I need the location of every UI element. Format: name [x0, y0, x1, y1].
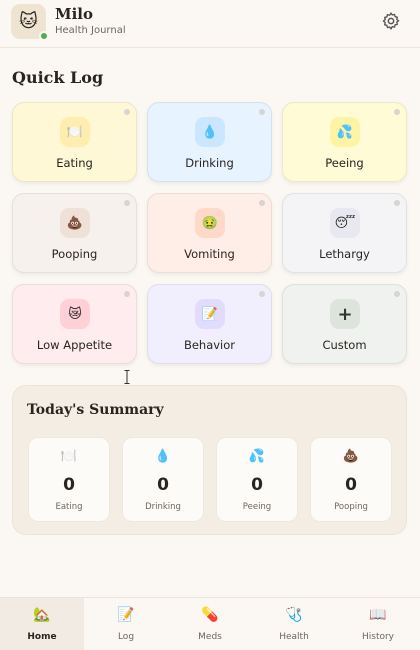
- stat-value: 0: [251, 475, 263, 495]
- tile-label: Low Appetite: [36, 338, 113, 352]
- cat-face-icon: 🐱: [19, 11, 38, 32]
- tile-label: Peeing: [325, 156, 364, 170]
- pet-name: Milo: [55, 5, 94, 23]
- nav-label: Health: [279, 632, 309, 642]
- pill-icon: 💊: [201, 607, 219, 623]
- app-header: 🐱 Milo Health Journal: [0, 0, 420, 48]
- log-pooping-button[interactable]: 💩 Pooping: [12, 193, 137, 273]
- tile-label: Pooping: [51, 247, 98, 261]
- nav-home[interactable]: 🏡 Home: [0, 598, 84, 650]
- status-dot: [259, 109, 265, 115]
- droplet-icon: 💧: [154, 449, 172, 464]
- tile-label: Custom: [322, 338, 367, 352]
- tile-label: Eating: [56, 156, 93, 170]
- status-dot: [124, 200, 130, 206]
- plus-icon: +: [330, 299, 360, 329]
- house-icon: 🏡: [33, 607, 51, 623]
- status-dot: [394, 200, 400, 206]
- nav-label: History: [361, 632, 395, 642]
- poop-icon: 💩: [342, 449, 360, 464]
- stethoscope-icon: 🩺: [285, 607, 303, 623]
- book-icon: 📖: [369, 607, 387, 623]
- sleeping-face-icon: 😴: [330, 208, 360, 238]
- status-dot: [259, 200, 265, 206]
- memo-icon: 📝: [195, 299, 225, 329]
- stat-label: Eating: [55, 502, 83, 512]
- summary-stat-pooping: 💩 0 Pooping: [310, 437, 392, 522]
- log-low-appetite-button[interactable]: 😿 Low Appetite: [12, 284, 137, 364]
- log-drinking-button[interactable]: 💧 Drinking: [147, 102, 272, 182]
- tile-label: Vomiting: [184, 247, 235, 261]
- log-lethargy-button[interactable]: 😴 Lethargy: [282, 193, 407, 273]
- poop-icon: 💩: [60, 208, 90, 238]
- summary-title: Today's Summary: [27, 402, 164, 418]
- nav-health[interactable]: 🩺 Health: [252, 598, 336, 650]
- log-behavior-button[interactable]: 📝 Behavior: [147, 284, 272, 364]
- log-peeing-button[interactable]: 💦 Peeing: [282, 102, 407, 182]
- status-dot: [394, 109, 400, 115]
- tile-label: Lethargy: [319, 247, 370, 261]
- nav-log[interactable]: 📝 Log: [84, 598, 168, 650]
- plate-icon: 🍽️: [60, 117, 90, 147]
- log-vomiting-button[interactable]: 🤢 Vomiting: [147, 193, 272, 273]
- nav-label: Meds: [198, 632, 222, 642]
- online-status-dot: [39, 31, 49, 41]
- status-dot: [124, 109, 130, 115]
- nauseated-face-icon: 🤢: [195, 208, 225, 238]
- nav-history[interactable]: 📖 History: [336, 598, 420, 650]
- tile-label: Drinking: [185, 156, 234, 170]
- stat-label: Pooping: [334, 502, 368, 512]
- gear-icon[interactable]: [381, 11, 401, 31]
- summary-stat-drinking: 💧 0 Drinking: [122, 437, 204, 522]
- status-dot: [124, 291, 130, 297]
- nav-meds[interactable]: 💊 Meds: [168, 598, 252, 650]
- summary-stat-peeing: 💦 0 Peeing: [216, 437, 298, 522]
- log-eating-button[interactable]: 🍽️ Eating: [12, 102, 137, 182]
- stat-label: Peeing: [242, 502, 272, 512]
- stat-value: 0: [157, 475, 169, 495]
- plate-icon: 🍽️: [60, 449, 78, 464]
- stat-value: 0: [63, 475, 75, 495]
- nav-label: Log: [117, 632, 135, 642]
- sweat-droplets-icon: 💦: [330, 117, 360, 147]
- droplet-icon: 💧: [195, 117, 225, 147]
- log-custom-button[interactable]: + Custom: [282, 284, 407, 364]
- pet-avatar[interactable]: 🐱: [11, 4, 49, 41]
- todays-summary-card: Today's Summary 🍽️ 0 Eating 💧 0 Drinking…: [12, 385, 407, 535]
- stat-label: Drinking: [145, 502, 181, 512]
- weary-cat-icon: 😿: [60, 299, 90, 329]
- header-subtitle: Health Journal: [55, 25, 126, 36]
- quick-log-title: Quick Log: [12, 68, 104, 87]
- text-cursor-icon: [124, 370, 130, 384]
- bottom-nav: 🏡 Home 📝 Log 💊 Meds 🩺 Health 📖 History: [0, 597, 420, 650]
- memo-icon: 📝: [117, 607, 135, 623]
- sweat-droplets-icon: 💦: [248, 449, 266, 464]
- stat-value: 0: [345, 475, 357, 495]
- status-dot: [259, 291, 265, 297]
- quick-log-grid: 🍽️ Eating 💧 Drinking 💦 Peeing 💩 Pooping …: [12, 102, 409, 364]
- tile-label: Behavior: [183, 338, 236, 352]
- status-dot: [394, 291, 400, 297]
- summary-stat-eating: 🍽️ 0 Eating: [28, 437, 110, 522]
- nav-label: Home: [27, 632, 57, 642]
